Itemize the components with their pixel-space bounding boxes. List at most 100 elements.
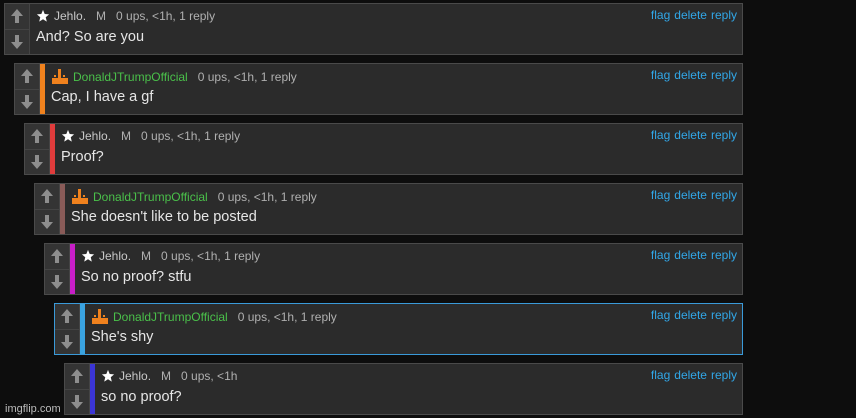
comment-actions: flag delete reply xyxy=(647,68,737,82)
username-link[interactable]: Jehlo. xyxy=(119,369,151,383)
comment-content: DonaldJTrumpOfficial 0 ups, <1h, 1 reply… xyxy=(45,64,742,114)
orange-hand-icon xyxy=(51,69,69,85)
flag-link[interactable]: flag xyxy=(651,128,670,142)
comment-content: DonaldJTrumpOfficial 0 ups, <1h, 1 reply… xyxy=(65,184,742,234)
reply-link[interactable]: reply xyxy=(711,308,737,322)
comment-stats: 0 ups, <1h, 1 reply xyxy=(116,9,216,23)
comment-content: Jehlo. M 0 ups, <1h, 1 reply flag delete r… xyxy=(55,124,742,174)
downvote-button[interactable] xyxy=(55,328,79,354)
upvote-button[interactable] xyxy=(65,364,89,389)
arrow-up-icon xyxy=(71,369,83,384)
username-link[interactable]: DonaldJTrumpOfficial xyxy=(73,70,188,84)
comment-meta: DonaldJTrumpOfficial 0 ups, <1h, 1 reply xyxy=(91,309,337,325)
comment-meta: Jehlo. M 0 ups, <1h xyxy=(101,369,237,383)
arrow-down-icon xyxy=(11,34,23,49)
flag-link[interactable]: flag xyxy=(651,248,670,262)
comment-text: so no proof? xyxy=(101,389,182,405)
flag-link[interactable]: flag xyxy=(651,8,670,22)
arrow-up-icon xyxy=(21,69,33,84)
flag-link[interactable]: flag xyxy=(651,188,670,202)
comment-text: And? So are you xyxy=(36,29,145,45)
comment: Jehlo. M 0 ups, <1h, 1 reply flag delete r… xyxy=(4,3,743,55)
comment-text: Proof? xyxy=(61,149,104,165)
delete-link[interactable]: delete xyxy=(674,248,707,262)
upvote-button[interactable] xyxy=(45,244,69,269)
downvote-button[interactable] xyxy=(45,268,69,294)
reply-link[interactable]: reply xyxy=(711,128,737,142)
comment-meta: Jehlo. M 0 ups, <1h, 1 reply xyxy=(81,249,260,263)
username-link[interactable]: Jehlo. xyxy=(54,9,86,23)
upvote-button[interactable] xyxy=(15,64,39,89)
arrow-up-icon xyxy=(11,9,23,24)
delete-link[interactable]: delete xyxy=(674,68,707,82)
comment-content: Jehlo. M 0 ups, <1h, 1 reply flag delete r… xyxy=(75,244,742,294)
comment-stats: 0 ups, <1h, 1 reply xyxy=(141,129,241,143)
vote-column xyxy=(35,184,60,234)
downvote-button[interactable] xyxy=(35,208,59,234)
star-icon xyxy=(36,9,50,23)
arrow-down-icon xyxy=(21,94,33,109)
comment-stats: 0 ups, <1h, 1 reply xyxy=(237,310,337,324)
orange-hand-icon xyxy=(91,309,109,325)
username-link[interactable]: DonaldJTrumpOfficial xyxy=(113,310,228,324)
star-icon xyxy=(81,249,95,263)
downvote-button[interactable] xyxy=(15,88,39,114)
upvote-button[interactable] xyxy=(5,4,29,29)
reply-link[interactable]: reply xyxy=(711,188,737,202)
arrow-down-icon xyxy=(61,334,73,349)
reply-link[interactable]: reply xyxy=(711,68,737,82)
arrow-down-icon xyxy=(51,274,63,289)
delete-link[interactable]: delete xyxy=(674,8,707,22)
comment: DonaldJTrumpOfficial 0 ups, <1h, 1 reply… xyxy=(54,303,743,355)
reply-link[interactable]: reply xyxy=(711,8,737,22)
comment-stats: 0 ups, <1h xyxy=(181,369,238,383)
vote-column xyxy=(45,244,70,294)
flag-link[interactable]: flag xyxy=(651,68,670,82)
vote-column xyxy=(15,64,40,114)
comment-meta: Jehlo. M 0 ups, <1h, 1 reply xyxy=(61,129,240,143)
comment-actions: flag delete reply xyxy=(647,188,737,202)
arrow-down-icon xyxy=(41,214,53,229)
arrow-down-icon xyxy=(71,394,83,409)
comment-stats: 0 ups, <1h, 1 reply xyxy=(161,249,261,263)
downvote-button[interactable] xyxy=(65,388,89,414)
reply-link[interactable]: reply xyxy=(711,368,737,382)
reply-link[interactable]: reply xyxy=(711,248,737,262)
flag-link[interactable]: flag xyxy=(651,368,670,382)
gender-label: M xyxy=(141,249,152,263)
upvote-button[interactable] xyxy=(35,184,59,209)
arrow-up-icon xyxy=(41,189,53,204)
upvote-button[interactable] xyxy=(25,124,49,149)
upvote-button[interactable] xyxy=(55,304,79,329)
comment: Jehlo. M 0 ups, <1h flag delete reply so n… xyxy=(64,363,743,415)
comment-actions: flag delete reply xyxy=(647,8,737,22)
comment-text: So no proof? stfu xyxy=(81,269,192,285)
arrow-up-icon xyxy=(61,309,73,324)
comment-meta: DonaldJTrumpOfficial 0 ups, <1h, 1 reply xyxy=(71,189,317,205)
comment-content: Jehlo. M 0 ups, <1h flag delete reply so n… xyxy=(95,364,742,414)
flag-link[interactable]: flag xyxy=(651,308,670,322)
comment-text: Cap, I have a gf xyxy=(51,89,154,105)
username-link[interactable]: Jehlo. xyxy=(79,129,111,143)
vote-column xyxy=(55,304,80,354)
downvote-button[interactable] xyxy=(5,28,29,54)
imgflip-watermark: imgflip.com xyxy=(5,403,61,415)
vote-column xyxy=(5,4,30,54)
downvote-button[interactable] xyxy=(25,148,49,174)
delete-link[interactable]: delete xyxy=(674,128,707,142)
comment: Jehlo. M 0 ups, <1h, 1 reply flag delete r… xyxy=(44,243,743,295)
comment-actions: flag delete reply xyxy=(647,368,737,382)
comment: Jehlo. M 0 ups, <1h, 1 reply flag delete r… xyxy=(24,123,743,175)
arrow-down-icon xyxy=(31,154,43,169)
delete-link[interactable]: delete xyxy=(674,308,707,322)
arrow-up-icon xyxy=(31,129,43,144)
delete-link[interactable]: delete xyxy=(674,188,707,202)
username-link[interactable]: Jehlo. xyxy=(99,249,131,263)
comment-text: She's shy xyxy=(91,329,154,345)
comment-meta: Jehlo. M 0 ups, <1h, 1 reply xyxy=(36,9,215,23)
star-icon xyxy=(61,129,75,143)
username-link[interactable]: DonaldJTrumpOfficial xyxy=(93,190,208,204)
gender-label: M xyxy=(96,9,107,23)
delete-link[interactable]: delete xyxy=(674,368,707,382)
comment-content: Jehlo. M 0 ups, <1h, 1 reply flag delete r… xyxy=(30,4,742,54)
